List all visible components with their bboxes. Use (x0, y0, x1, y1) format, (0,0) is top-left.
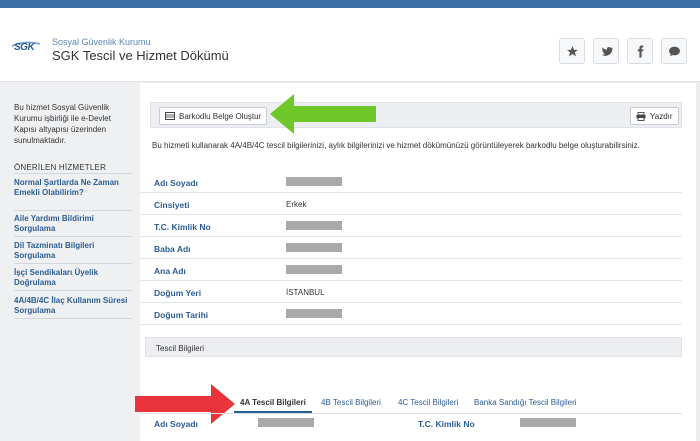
redacted-value (286, 265, 342, 274)
tab-4c-tescil[interactable]: 4C Tescil Bilgileri (398, 398, 458, 407)
print-icon (636, 111, 646, 121)
redacted-value (286, 309, 342, 318)
facebook-share-button[interactable] (627, 38, 653, 64)
sidebar-item-emeklilik[interactable]: Normal Şartlarda Ne Zaman Emekli Olabili… (14, 178, 132, 198)
section-title: Tescil Bilgileri (156, 344, 205, 353)
info-label: Adı Soyadı (154, 178, 198, 188)
section-header: Tescil Bilgileri (145, 337, 682, 357)
info-label: Cinsiyeti (154, 200, 190, 210)
info-label: Ana Adı (154, 266, 186, 276)
tab-banka-sandigi[interactable]: Banka Sandığı Tescil Bilgileri (474, 398, 577, 407)
barcode-document-button[interactable]: Barkodlu Belge Oluştur (159, 107, 268, 125)
sidebar-item-dil-tazminati[interactable]: Dil Tazminatı Bilgileri Sorgulama (14, 241, 132, 261)
redacted-value (286, 243, 342, 252)
twitter-share-button[interactable] (593, 38, 619, 64)
sidebar-divider (14, 173, 132, 174)
info-label: Doğum Yeri (154, 288, 202, 298)
sidebar-divider (14, 210, 132, 211)
info-row-tc: T.C. Kimlik No (140, 215, 682, 237)
favorite-button[interactable] (559, 38, 585, 64)
bottom-tc-label: T.C. Kimlik No (418, 419, 475, 429)
barcode-icon (165, 112, 175, 120)
info-label: T.C. Kimlik No (154, 222, 211, 232)
comment-icon (668, 46, 680, 56)
sidebar-intro: Bu hizmet Sosyal Güvenlik Kurumu işbirli… (14, 103, 111, 145)
info-row-birthplace: Doğum Yeri İSTANBUL (140, 281, 682, 303)
sidebar-divider (14, 290, 132, 291)
star-icon (566, 45, 578, 56)
page-title: SGK Tescil ve Hizmet Dökümü (52, 48, 229, 63)
info-label: Baba Adı (154, 244, 191, 254)
sidebar-divider (14, 236, 132, 237)
info-row-mother: Ana Adı (140, 259, 682, 281)
info-value: Erkek (286, 200, 307, 209)
sgk-logo[interactable]: SGK (14, 42, 35, 53)
sidebar-item-aile-yardimi[interactable]: Aile Yardımı Bildirimi Sorgulama (14, 214, 132, 234)
redacted-value (286, 221, 342, 230)
barcode-button-label: Barkodlu Belge Oluştur (179, 111, 262, 121)
redacted-value (520, 418, 576, 427)
sidebar-item-isci-sendikalari[interactable]: İşçi Sendikaları Üyelik Doğrulama (14, 268, 132, 288)
info-row-name: Adı Soyadı (140, 171, 682, 193)
redacted-value (286, 177, 342, 186)
info-row-gender: Cinsiyeti Erkek (140, 193, 682, 215)
service-description: Bu hizmeti kullanarak 4A/4B/4C tescil bi… (152, 141, 640, 150)
institution-name: Sosyal Güvenlik Kurumu (52, 37, 151, 47)
tabs-divider (140, 413, 682, 414)
sidebar-divider (14, 318, 132, 319)
redacted-value (258, 418, 314, 427)
top-bar (0, 0, 700, 8)
sidebar-divider (14, 263, 132, 264)
recommended-services-heading: ÖNERİLEN HİZMETLER (14, 163, 107, 172)
facebook-icon (637, 45, 643, 57)
print-button-label: Yazdır (650, 111, 673, 121)
twitter-icon (601, 46, 613, 56)
green-arrow (270, 94, 376, 134)
info-label: Doğum Tarihi (154, 310, 209, 320)
tab-4a-tescil[interactable]: 4A Tescil Bilgileri (240, 398, 306, 407)
info-row-father: Baba Adı (140, 237, 682, 259)
info-value: İSTANBUL (286, 288, 325, 297)
bottom-name-label: Adı Soyadı (154, 419, 198, 429)
tab-4b-tescil[interactable]: 4B Tescil Bilgileri (321, 398, 381, 407)
info-row-birthdate: Doğum Tarihi (140, 303, 682, 325)
print-button[interactable]: Yazdır (630, 107, 679, 125)
sidebar-item-ilac-kullanim[interactable]: 4A/4B/4C İlaç Kullanım Süresi Sorgulama (14, 296, 132, 316)
comment-button[interactable] (661, 38, 687, 64)
